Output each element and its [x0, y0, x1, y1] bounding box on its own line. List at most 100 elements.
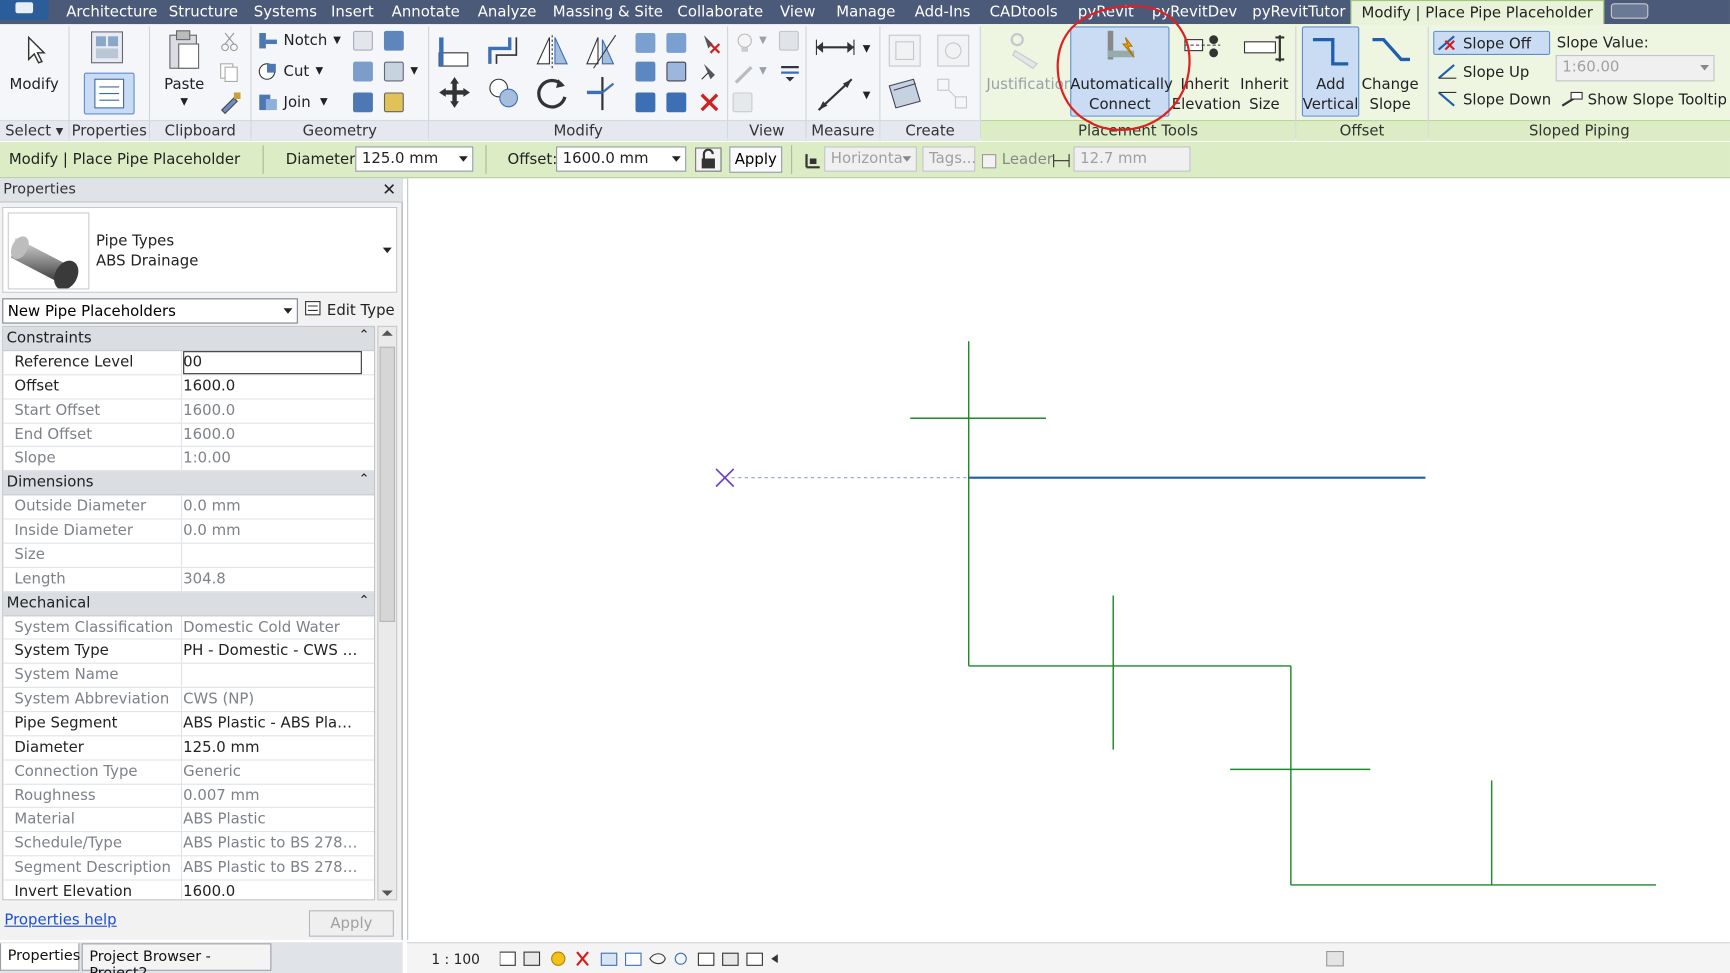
tab-view[interactable]: View	[780, 3, 815, 21]
horizontal-scroll-thumb[interactable]	[1326, 951, 1344, 967]
scale-icon[interactable]	[666, 61, 687, 82]
offset-select[interactable]: 1600.0 mm	[556, 146, 687, 172]
linework-icon[interactable]	[733, 62, 757, 86]
tag-orientation-select[interactable]: Horizonta	[824, 146, 917, 172]
property-value[interactable]: 00	[183, 353, 360, 371]
notch-button[interactable]: Notch	[284, 31, 328, 51]
shadows-icon[interactable]	[576, 951, 589, 967]
inherit-size-button[interactable]: Inherit Size	[1236, 75, 1293, 115]
mirror-pick-axis-icon[interactable]	[534, 33, 572, 70]
property-row[interactable]: Size	[3, 543, 375, 568]
property-row[interactable]: Reference Level 00	[3, 351, 375, 376]
cut-dropdown-arrow[interactable]: ▼	[316, 62, 324, 82]
align-icon[interactable]	[435, 33, 473, 70]
property-row[interactable]: Material ABS Plastic	[3, 808, 375, 833]
view-dropdown-icon[interactable]	[779, 62, 801, 84]
tab-collaborate[interactable]: Collaborate	[677, 3, 763, 21]
modify-cursor-icon[interactable]	[24, 35, 46, 64]
sun-path-icon[interactable]	[551, 951, 566, 966]
join-dropdown-arrow[interactable]: ▼	[320, 92, 328, 112]
split-element-icon[interactable]	[635, 33, 656, 53]
property-row[interactable]: Schedule/Type ABS Plastic to BS 2782-1...	[3, 832, 375, 857]
dimension-dropdown-arrow[interactable]: ▼	[863, 86, 871, 106]
split-face-icon[interactable]	[353, 30, 373, 51]
tab-manage[interactable]: Manage	[836, 3, 895, 21]
wall-joins-icon[interactable]	[353, 61, 373, 82]
collapse-group-icon[interactable]: ⌃	[359, 327, 370, 342]
paint-icon[interactable]	[383, 30, 404, 51]
temp-view-properties-icon[interactable]	[697, 952, 715, 966]
application-menu-button[interactable]	[0, 0, 49, 20]
copy-icon[interactable]	[218, 62, 240, 84]
cut-scissors-icon[interactable]	[218, 31, 240, 53]
rotate-icon[interactable]	[534, 75, 572, 112]
apply-button[interactable]: Apply	[729, 146, 783, 173]
property-row[interactable]: Inside Diameter 0.0 mm	[3, 519, 375, 544]
measure-between-icon[interactable]	[814, 35, 858, 59]
property-group-mechanical[interactable]: Mechanical ⌃	[3, 591, 375, 616]
tab-project-browser[interactable]: Project Browser - Project2	[81, 943, 272, 973]
scrollbar-thumb[interactable]	[379, 346, 395, 622]
tab-add-ins[interactable]: Add-Ins	[915, 3, 971, 21]
drawing-canvas[interactable]	[407, 178, 1730, 940]
temporary-hide-icon[interactable]	[649, 953, 666, 965]
tab-massing-site[interactable]: Massing & Site	[553, 3, 663, 21]
properties-scrollbar[interactable]	[377, 325, 398, 901]
reveal-hidden-icon[interactable]	[674, 952, 687, 965]
move-icon[interactable]	[437, 75, 472, 110]
tab-insert[interactable]: Insert	[331, 3, 374, 21]
property-row[interactable]: Slope 1:0.00	[3, 447, 375, 472]
offset-icon[interactable]	[485, 33, 523, 70]
diameter-select[interactable]: 125.0 mm	[355, 146, 474, 172]
property-row[interactable]: Start Offset 1600.0	[3, 399, 375, 424]
tab-annotate[interactable]: Annotate	[392, 3, 460, 21]
tab-modify-place-pipe-placeholder[interactable]: Modify | Place Pipe Placeholder	[1350, 0, 1604, 25]
edit-type-button[interactable]: Edit Type	[305, 300, 395, 319]
mirror-draw-axis-icon[interactable]	[583, 33, 621, 70]
trim-multiple-icon[interactable]	[666, 92, 687, 113]
justification-icon[interactable]	[1006, 29, 1046, 71]
change-slope-icon[interactable]	[1368, 31, 1412, 71]
tab-properties[interactable]: Properties	[0, 943, 80, 971]
hide-bulb-icon[interactable]	[733, 31, 757, 55]
slope-up-button[interactable]: Slope Up	[1463, 63, 1529, 83]
trim-single-icon[interactable]	[635, 92, 656, 113]
measure-dropdown-arrow[interactable]: ▼	[863, 40, 871, 60]
property-row[interactable]: Invert Elevation 1600.0	[3, 880, 374, 900]
property-row[interactable]: Roughness 0.007 mm	[3, 784, 375, 809]
property-value[interactable]: 1600.0	[183, 883, 360, 900]
slope-down-button[interactable]: Slope Down	[1463, 90, 1551, 110]
property-row[interactable]: System Type PH - Domestic - CWS (NP)	[3, 639, 375, 665]
type-properties-icon[interactable]	[88, 29, 128, 66]
temp-hide-icon[interactable]	[732, 92, 753, 113]
type-dropdown-arrow[interactable]	[382, 247, 392, 254]
property-row[interactable]: System Classification Domestic Cold Water	[3, 615, 375, 641]
property-row[interactable]: Segment Description ABS Plastic to BS 278…	[3, 856, 375, 881]
property-row[interactable]: System Abbreviation CWS (NP)	[3, 688, 375, 713]
array-icon[interactable]	[635, 61, 656, 82]
property-value[interactable]: 125.0 mm	[183, 738, 360, 756]
property-row[interactable]: Connection Type Generic	[3, 760, 375, 785]
select-panel-title[interactable]: Select ▾	[0, 119, 69, 141]
show-slope-tooltip-button[interactable]: Show Slope Tooltip	[1588, 90, 1727, 110]
join-button[interactable]: Join	[284, 92, 311, 112]
aligned-dimension-icon[interactable]	[814, 75, 858, 115]
property-row[interactable]: End Offset 1600.0	[3, 423, 375, 448]
property-group-dimensions[interactable]: Dimensions ⌃	[3, 471, 375, 496]
notch-dropdown-arrow[interactable]: ▼	[333, 31, 341, 51]
property-value[interactable]: 1600.0	[183, 377, 360, 395]
pin-icon[interactable]	[697, 59, 721, 83]
analytical-model-icon[interactable]	[722, 952, 739, 966]
property-row[interactable]: Length 304.8	[3, 567, 375, 592]
split-with-gap-icon[interactable]	[666, 33, 687, 53]
lock-button[interactable]	[695, 147, 722, 172]
slope-value-select[interactable]: 1:60.00	[1555, 55, 1715, 82]
property-row[interactable]: Outside Diameter 0.0 mm	[3, 495, 375, 520]
tab-systems[interactable]: Systems	[254, 3, 317, 21]
instance-filter-select[interactable]: New Pipe Placeholders	[2, 298, 298, 324]
property-row[interactable]: System Name	[3, 664, 375, 689]
tab-architecture[interactable]: Architecture	[66, 3, 157, 21]
modify-button[interactable]: Modify	[7, 75, 62, 95]
leader-length-field[interactable]: 12.7 mm	[1073, 146, 1191, 172]
leader-checkbox[interactable]	[981, 154, 997, 169]
